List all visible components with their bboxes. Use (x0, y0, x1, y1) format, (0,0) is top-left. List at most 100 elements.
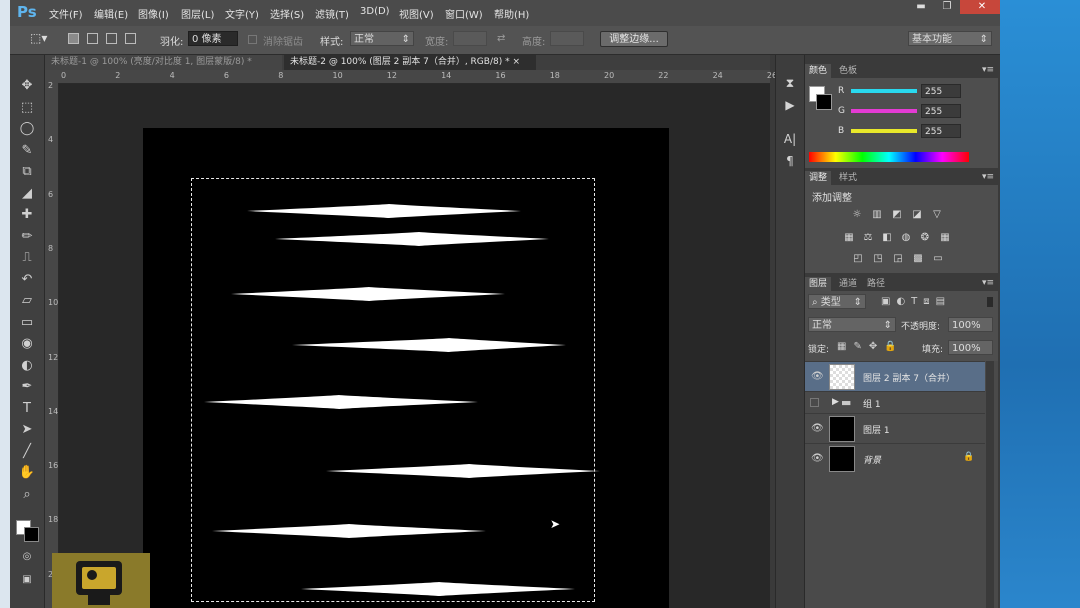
channel-slider[interactable] (851, 109, 917, 113)
brush-icon[interactable]: ✏ (18, 228, 36, 246)
paragraph-icon[interactable]: ¶ (782, 153, 798, 169)
menu-window[interactable]: 窗口(W) (445, 6, 483, 21)
maximize-button[interactable]: ❐ (934, 0, 960, 14)
layers-scrollbar[interactable] (986, 361, 994, 608)
path-select-icon[interactable]: ➤ (18, 421, 36, 439)
layer-row-selected[interactable]: 👁 图层 2 副本 7（合并） (805, 361, 985, 391)
history-icon[interactable]: ⧗ (782, 75, 798, 91)
channel-slider[interactable] (851, 129, 917, 133)
channel-value-input[interactable]: 255 (921, 84, 961, 98)
layer-row-group[interactable]: ▶ ▬ 组 1 (805, 391, 985, 413)
brightness-icon[interactable]: ☼ (850, 209, 864, 221)
tab-swatches[interactable]: 色板 (835, 64, 861, 78)
tab-channels[interactable]: 通道 (835, 277, 861, 291)
close-tab-icon[interactable]: × (512, 57, 520, 67)
lock-options-icons[interactable]: ▦✎✥🔒 (837, 341, 904, 352)
layer-filter-select[interactable]: ⌕ 类型 ⇕ (808, 294, 866, 309)
feather-input[interactable]: 0 像素 (188, 31, 238, 46)
tab-styles[interactable]: 样式 (835, 171, 861, 185)
panel-menu-icon[interactable]: ▾≡ (982, 172, 994, 182)
gradient-map-icon[interactable]: ▭ (931, 253, 945, 265)
vibrance-icon[interactable]: ▽ (930, 209, 944, 221)
subtract-selection-icon[interactable] (106, 33, 117, 44)
layer-row[interactable]: 👁 图层 1 (805, 413, 985, 443)
gradient-icon[interactable]: ▭ (18, 314, 36, 332)
refine-edge-button[interactable]: 调整边缘... (600, 31, 668, 47)
levels-icon[interactable]: ▥ (870, 209, 884, 221)
eyedropper-icon[interactable]: ◢ (18, 185, 36, 203)
intersect-selection-icon[interactable] (125, 33, 136, 44)
hue-saturation-icon[interactable]: ▦ (842, 232, 856, 244)
menu-image[interactable]: 图像(I) (138, 6, 169, 21)
invert-icon[interactable]: ◰ (851, 253, 865, 265)
menu-view[interactable]: 视图(V) (399, 6, 434, 21)
tab-document-2[interactable]: 未标题-2 @ 100% (图层 2 副本 7（合并）, RGB/8) * × (284, 55, 536, 70)
exposure-icon[interactable]: ◪ (910, 209, 924, 221)
crop-icon[interactable]: ⧉ (18, 163, 36, 181)
line-icon[interactable]: ╱ (18, 443, 36, 461)
threshold-icon[interactable]: ◲ (891, 253, 905, 265)
color-balance-icon[interactable]: ⚖ (861, 232, 875, 244)
channel-mixer-icon[interactable]: ❂ (918, 232, 932, 244)
quick-mask-icon[interactable]: ◎ (18, 548, 36, 566)
style-select[interactable]: 正常 ⇕ (350, 31, 414, 46)
character-icon[interactable]: A| (782, 131, 798, 147)
menu-filter[interactable]: 滤镜(T) (315, 6, 349, 21)
new-selection-icon[interactable] (68, 33, 79, 44)
dodge-icon[interactable]: ◐ (18, 357, 36, 375)
marquee-icon[interactable]: ⬚ (18, 99, 36, 117)
tab-adjustments[interactable]: 调整 (805, 171, 832, 185)
screen-mode-icon[interactable]: ▣ (18, 571, 36, 589)
filter-toggle[interactable] (987, 297, 993, 307)
eye-icon[interactable]: 👁 (811, 423, 824, 434)
tab-layers[interactable]: 图层 (805, 277, 832, 291)
expand-arrow-icon[interactable]: ▶ (832, 397, 839, 407)
selective-color-icon[interactable]: ▩ (911, 253, 925, 265)
minimize-button[interactable]: ▬ (908, 0, 934, 14)
color-spectrum[interactable] (809, 152, 969, 162)
color-lookup-icon[interactable]: ▦ (938, 232, 952, 244)
channel-value-input[interactable]: 255 (921, 124, 961, 138)
height-input[interactable] (550, 31, 584, 46)
eye-icon[interactable]: 👁 (811, 371, 824, 382)
lasso-icon[interactable]: ◯ (18, 120, 36, 138)
stamp-icon[interactable]: ⎍ (18, 249, 36, 267)
hand-icon[interactable]: ✋ (18, 464, 36, 482)
photo-filter-icon[interactable]: ◍ (899, 232, 913, 244)
filter-kind-icons[interactable]: ▣◐T⧈▤ (881, 296, 951, 307)
bg-color-preview[interactable] (816, 94, 832, 110)
menu-layer[interactable]: 图层(L) (181, 6, 214, 21)
blur-icon[interactable]: ◉ (18, 335, 36, 353)
channel-value-input[interactable]: 255 (921, 104, 961, 118)
menu-3d[interactable]: 3D(D) (360, 6, 390, 17)
opacity-input[interactable]: 100% (948, 317, 993, 332)
history-brush-icon[interactable]: ↶ (18, 271, 36, 289)
eye-icon[interactable]: 👁 (811, 453, 824, 464)
posterize-icon[interactable]: ◳ (871, 253, 885, 265)
curves-icon[interactable]: ◩ (890, 209, 904, 221)
blend-mode-select[interactable]: 正常 ⇕ (808, 317, 896, 332)
channel-slider[interactable] (851, 89, 917, 93)
tab-color[interactable]: 颜色 (805, 64, 832, 78)
menu-help[interactable]: 帮助(H) (494, 6, 529, 21)
actions-play-icon[interactable]: ▶ (782, 97, 798, 113)
layer-row-background[interactable]: 👁 背景 🔒 (805, 443, 985, 473)
panel-menu-icon[interactable]: ▾≡ (982, 65, 994, 75)
workspace-select[interactable]: 基本功能 ⇕ (908, 31, 992, 46)
quick-select-icon[interactable]: ✎ (18, 142, 36, 160)
marquee-preset-icon[interactable]: ⬚▾ (30, 31, 47, 45)
panel-menu-icon[interactable]: ▾≡ (982, 278, 994, 288)
fill-input[interactable]: 100% (948, 340, 993, 355)
tab-paths[interactable]: 路径 (863, 277, 889, 291)
width-input[interactable] (453, 31, 487, 46)
type-icon[interactable]: T (18, 400, 36, 418)
antialias-checkbox[interactable] (248, 35, 257, 44)
menu-file[interactable]: 文件(F) (49, 6, 83, 21)
menu-select[interactable]: 选择(S) (270, 6, 304, 21)
visibility-toggle[interactable] (810, 398, 819, 407)
healing-icon[interactable]: ✚ (18, 206, 36, 224)
zoom-icon[interactable]: ⌕ (18, 486, 36, 504)
close-button[interactable]: ✕ (960, 0, 1000, 14)
tab-document-1[interactable]: 未标题-1 @ 100% (亮度/对比度 1, 图层蒙版/8) * (45, 55, 282, 70)
menu-type[interactable]: 文字(Y) (225, 6, 259, 21)
